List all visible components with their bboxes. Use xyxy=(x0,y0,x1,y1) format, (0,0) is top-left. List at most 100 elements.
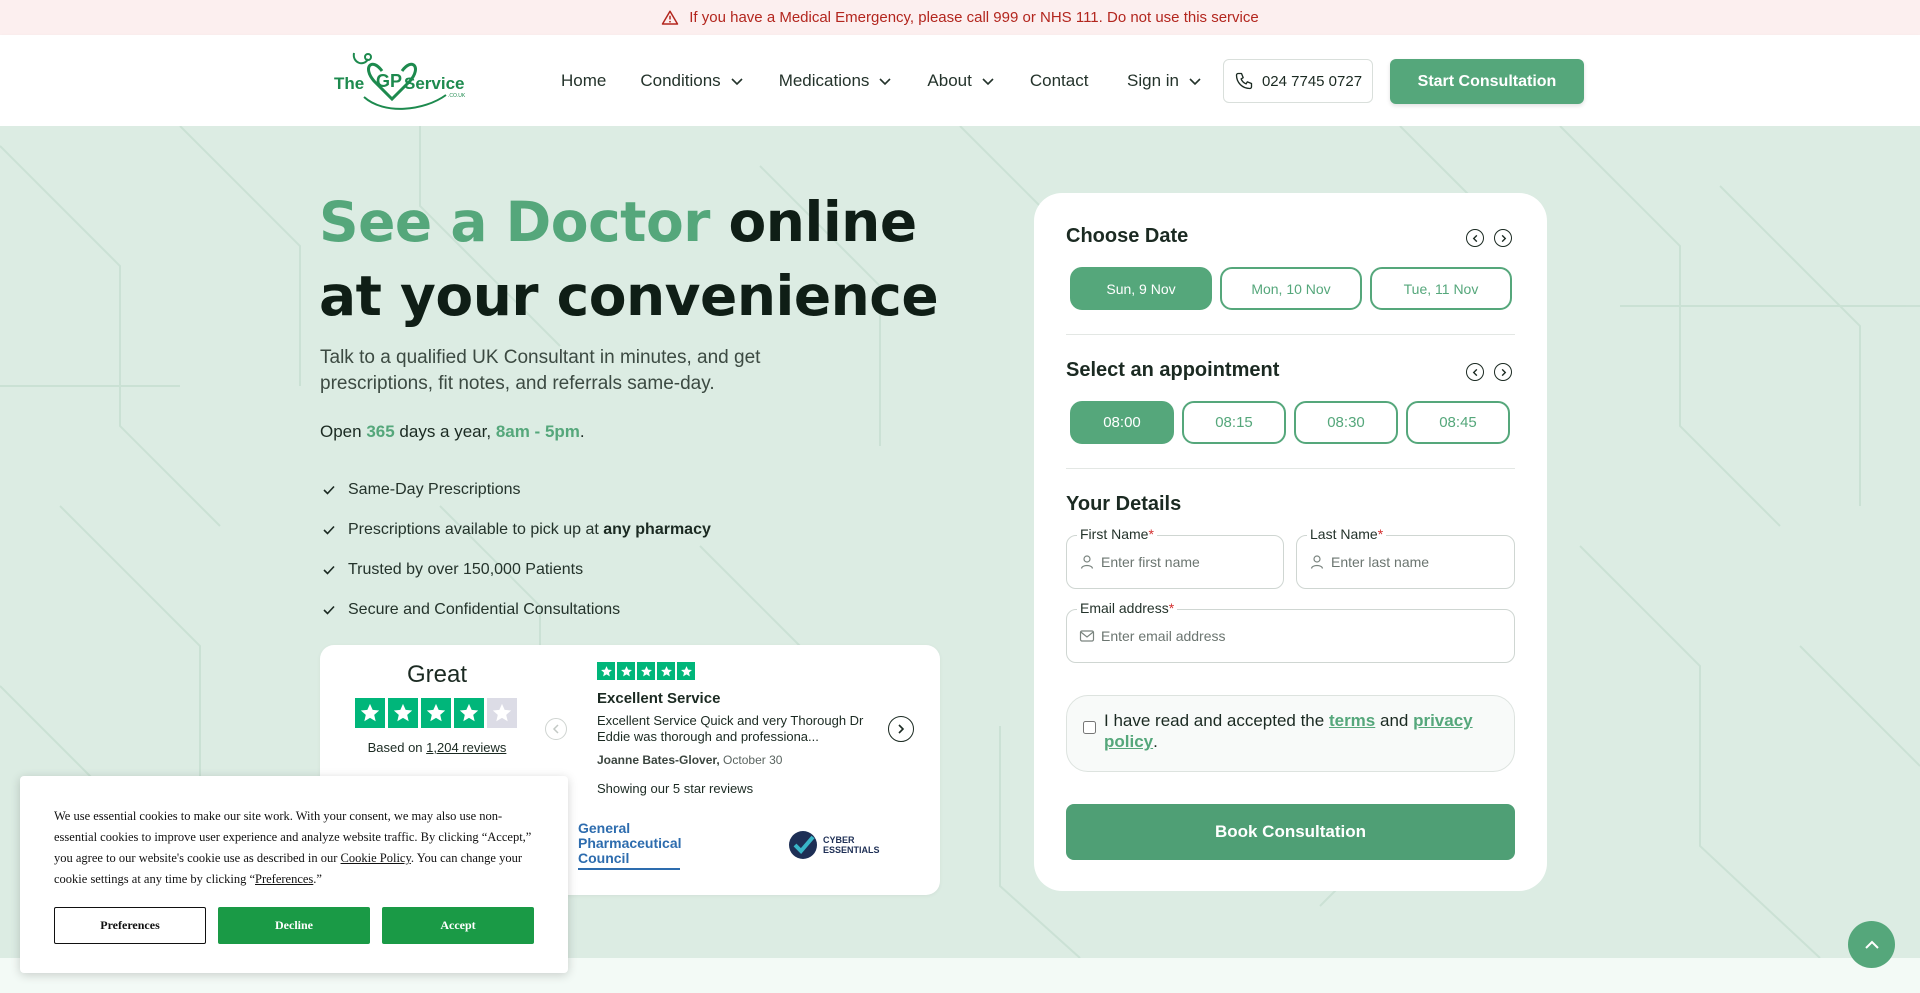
hero-subtitle: Talk to a qualified UK Consultant in min… xyxy=(320,347,761,394)
chevron-left-icon xyxy=(1472,234,1477,242)
feature-item: Same-Day Prescriptions xyxy=(322,470,711,510)
reviews-count-link[interactable]: 1,204 reviews xyxy=(426,740,506,755)
review-text: Excellent Service Quick and very Thoroug… xyxy=(597,713,864,744)
appointment-prev-button[interactable] xyxy=(1466,363,1484,381)
check-icon xyxy=(323,485,335,495)
cyber-line: ESSENTIALS xyxy=(823,845,880,855)
sign-in-menu[interactable]: Sign in xyxy=(1127,35,1203,126)
time-options: 08:00 08:15 08:30 08:45 xyxy=(1070,401,1510,444)
date-option[interactable]: Tue, 11 Nov xyxy=(1370,267,1512,310)
star-icon xyxy=(677,662,695,680)
nav-home-label: Home xyxy=(561,70,607,90)
star-icon xyxy=(421,698,451,728)
nav-about-label: About xyxy=(927,70,972,90)
nav-medications[interactable]: Medications xyxy=(779,71,894,91)
review-title: Excellent Service xyxy=(597,690,721,707)
open-middle: days a year, xyxy=(394,422,496,441)
svg-text:Service: Service xyxy=(404,74,465,93)
cookie-text-part: .” xyxy=(313,872,322,886)
feature-text: Trusted by over 150,000 Patients xyxy=(348,561,584,578)
warning-icon xyxy=(662,10,679,25)
hero-title-accent: See a Doctor xyxy=(319,190,710,254)
terms-checkbox[interactable] xyxy=(1083,721,1096,734)
date-prev-button[interactable] xyxy=(1466,229,1484,247)
email-field: Email address* xyxy=(1066,600,1515,663)
trustpilot-rating-stars xyxy=(355,698,517,728)
cookie-message: We use essential cookies to make our sit… xyxy=(54,806,544,890)
date-option[interactable]: Sun, 9 Nov xyxy=(1070,267,1212,310)
feature-text: Same-Day Prescriptions xyxy=(348,481,521,498)
based-prefix: Based on xyxy=(367,740,427,755)
gp-service-logo[interactable]: The GP Service .CO.UK xyxy=(334,49,466,111)
chevron-down-icon xyxy=(731,77,743,85)
star-icon xyxy=(637,662,655,680)
feature-text: Prescriptions available to pick up at an… xyxy=(348,521,711,539)
time-slot[interactable]: 08:45 xyxy=(1406,401,1510,444)
divider xyxy=(1066,334,1515,335)
feature-item: Prescriptions available to pick up at an… xyxy=(322,510,711,550)
first-name-input[interactable] xyxy=(1101,536,1277,588)
select-appointment-title: Select an appointment xyxy=(1066,359,1280,381)
scroll-to-top-button[interactable] xyxy=(1848,921,1895,968)
feature-text-prefix: Prescriptions available to pick up at xyxy=(348,521,604,538)
phone-icon xyxy=(1235,72,1253,90)
appointment-next-button[interactable] xyxy=(1494,363,1512,381)
time-slot[interactable]: 08:30 xyxy=(1294,401,1398,444)
cookie-policy-link[interactable]: Cookie Policy xyxy=(341,851,411,865)
nav-conditions[interactable]: Conditions xyxy=(640,71,744,91)
chevron-right-icon xyxy=(1501,368,1506,376)
review-author-name: Joanne Bates-Glover, xyxy=(597,753,720,767)
book-consultation-button[interactable]: Book Consultation xyxy=(1066,804,1515,860)
date-next-button[interactable] xyxy=(1494,229,1512,247)
based-on-reviews: Based on 1,204 reviews xyxy=(320,740,554,755)
star-icon xyxy=(657,662,675,680)
cookie-banner: We use essential cookies to make our sit… xyxy=(20,776,568,973)
arrow-up-icon xyxy=(1864,940,1879,949)
cyber-essentials-check-icon xyxy=(789,831,817,859)
star-icon xyxy=(454,698,484,728)
phone-button[interactable]: 024 7745 0727 xyxy=(1223,59,1373,103)
time-slot[interactable]: 08:15 xyxy=(1182,401,1286,444)
time-slot[interactable]: 08:00 xyxy=(1070,401,1174,444)
review-author: Joanne Bates-Glover, October 30 xyxy=(597,753,782,767)
emergency-alert-text: If you have a Medical Emergency, please … xyxy=(689,9,1259,26)
date-nav xyxy=(1466,229,1512,247)
review-next-button[interactable] xyxy=(888,716,914,742)
chevron-left-icon xyxy=(552,724,559,734)
nav-medications-label: Medications xyxy=(778,70,870,90)
open-prefix: Open xyxy=(320,422,367,441)
consent-suffix: . xyxy=(1153,732,1158,751)
cookie-accept-button[interactable]: Accept xyxy=(382,907,534,944)
nav-home[interactable]: Home xyxy=(561,71,606,91)
cookie-preferences-link[interactable]: Preferences xyxy=(255,872,313,886)
start-consultation-button[interactable]: Start Consultation xyxy=(1390,59,1584,104)
nav-contact-label: Contact xyxy=(1029,70,1089,90)
open-suffix: . xyxy=(579,422,585,441)
sign-in-label: Sign in xyxy=(1127,70,1179,90)
cyber-essentials-logo: CYBER ESSENTIALS xyxy=(787,829,880,861)
main-nav: Home Conditions Medications About Contac… xyxy=(561,35,1088,126)
terms-consent: I have read and accepted the terms and p… xyxy=(1066,695,1515,772)
terms-link[interactable]: terms xyxy=(1329,711,1375,730)
svg-text:GP: GP xyxy=(376,71,402,91)
nav-about[interactable]: About xyxy=(927,71,995,91)
cookie-decline-button[interactable]: Decline xyxy=(218,907,370,944)
first-name-field: First Name* xyxy=(1066,526,1284,589)
mail-icon xyxy=(1079,630,1095,642)
check-icon xyxy=(323,565,335,575)
chevron-down-icon xyxy=(982,77,994,85)
opening-hours: Open 365 days a year, 8am - 5pm. xyxy=(320,422,585,442)
emergency-alert-bar: If you have a Medical Emergency, please … xyxy=(0,0,1920,35)
review-prev-button[interactable] xyxy=(545,718,567,740)
gphc-line: General xyxy=(578,820,631,836)
terms-consent-text: I have read and accepted the terms and p… xyxy=(1104,710,1494,752)
date-option[interactable]: Mon, 10 Nov xyxy=(1220,267,1362,310)
review-stars xyxy=(597,662,695,680)
last-name-input[interactable] xyxy=(1331,536,1507,588)
email-input[interactable] xyxy=(1101,610,1501,662)
chevron-down-icon xyxy=(1189,77,1201,85)
rating-word: Great xyxy=(406,661,468,688)
nav-contact[interactable]: Contact xyxy=(1030,71,1089,91)
chevron-left-icon xyxy=(1472,368,1477,376)
cookie-preferences-button[interactable]: Preferences xyxy=(54,907,206,944)
